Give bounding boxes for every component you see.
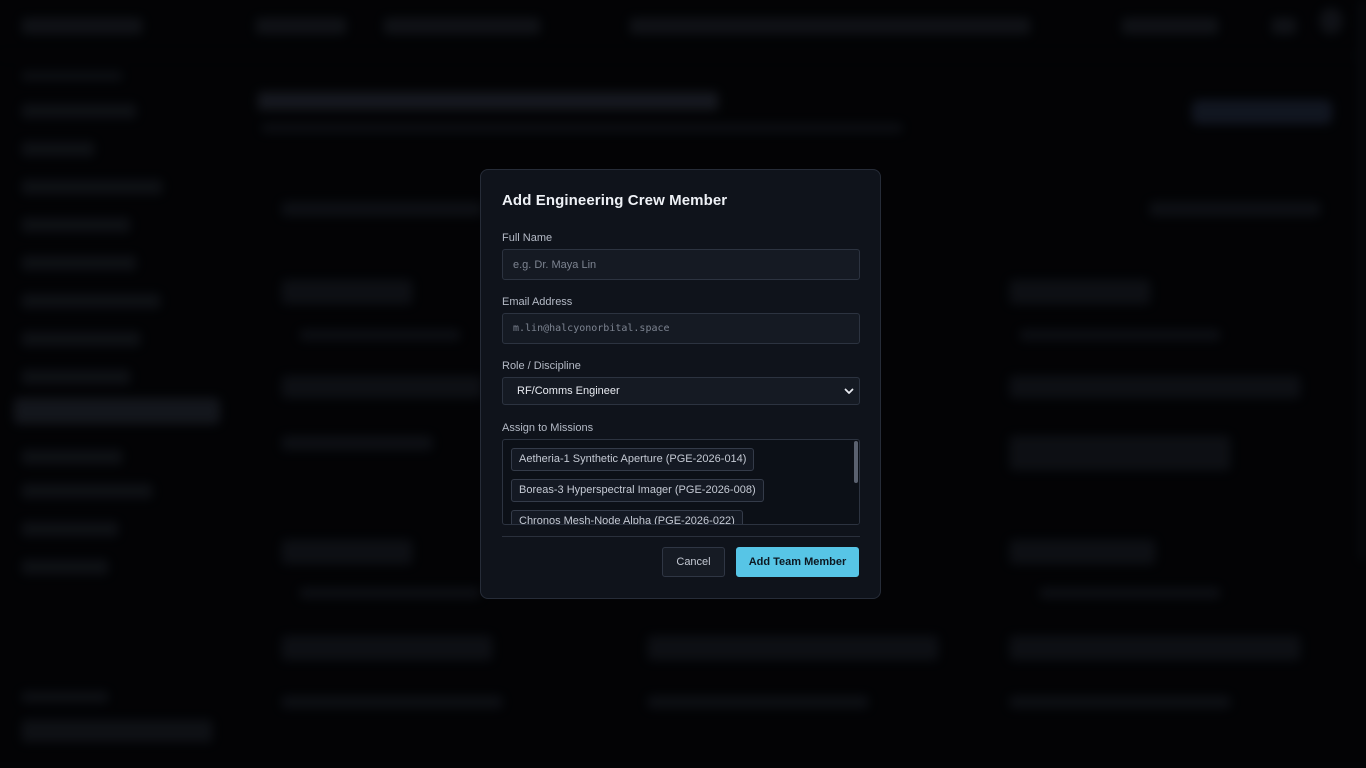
list-item: Chronos Mesh-Node Alpha (PGE-2026-022) (511, 510, 851, 524)
full-name-input[interactable] (502, 249, 860, 280)
role-select[interactable]: RF/Comms Engineer (502, 377, 860, 405)
dialog-divider (502, 536, 860, 537)
mission-option[interactable]: Boreas-3 Hyperspectral Imager (PGE-2026-… (511, 479, 764, 502)
role-field: Role / Discipline RF/Comms Engineer (502, 360, 860, 405)
missions-label: Assign to Missions (502, 422, 594, 434)
full-name-field: Full Name (502, 232, 860, 280)
chevron-down-icon (843, 384, 855, 396)
email-input[interactable] (502, 313, 860, 344)
cancel-button[interactable]: Cancel (662, 547, 725, 577)
dialog-title: Add Engineering Crew Member (502, 192, 728, 209)
email-field: Email Address (502, 296, 860, 344)
mission-option[interactable]: Aetheria-1 Synthetic Aperture (PGE-2026-… (511, 448, 755, 471)
email-label: Email Address (502, 296, 573, 308)
role-label: Role / Discipline (502, 360, 581, 372)
full-name-label: Full Name (502, 232, 553, 244)
list-item: Boreas-3 Hyperspectral Imager (PGE-2026-… (511, 479, 851, 510)
mission-option[interactable]: Chronos Mesh-Node Alpha (PGE-2026-022) (511, 510, 743, 524)
role-select-value: RF/Comms Engineer (517, 385, 620, 397)
missions-scrollbar[interactable] (853, 440, 859, 524)
missions-field: Assign to Missions Aetheria-1 Synthetic … (502, 422, 860, 525)
add-team-member-button[interactable]: Add Team Member (736, 547, 859, 577)
dialog-actions: Cancel Add Team Member (662, 547, 859, 577)
missions-list[interactable]: Aetheria-1 Synthetic Aperture (PGE-2026-… (502, 439, 860, 525)
list-item: Aetheria-1 Synthetic Aperture (PGE-2026-… (511, 448, 851, 479)
add-crew-member-dialog: Add Engineering Crew Member Full Name Em… (480, 169, 881, 599)
missions-scrollbar-thumb[interactable] (854, 441, 858, 483)
